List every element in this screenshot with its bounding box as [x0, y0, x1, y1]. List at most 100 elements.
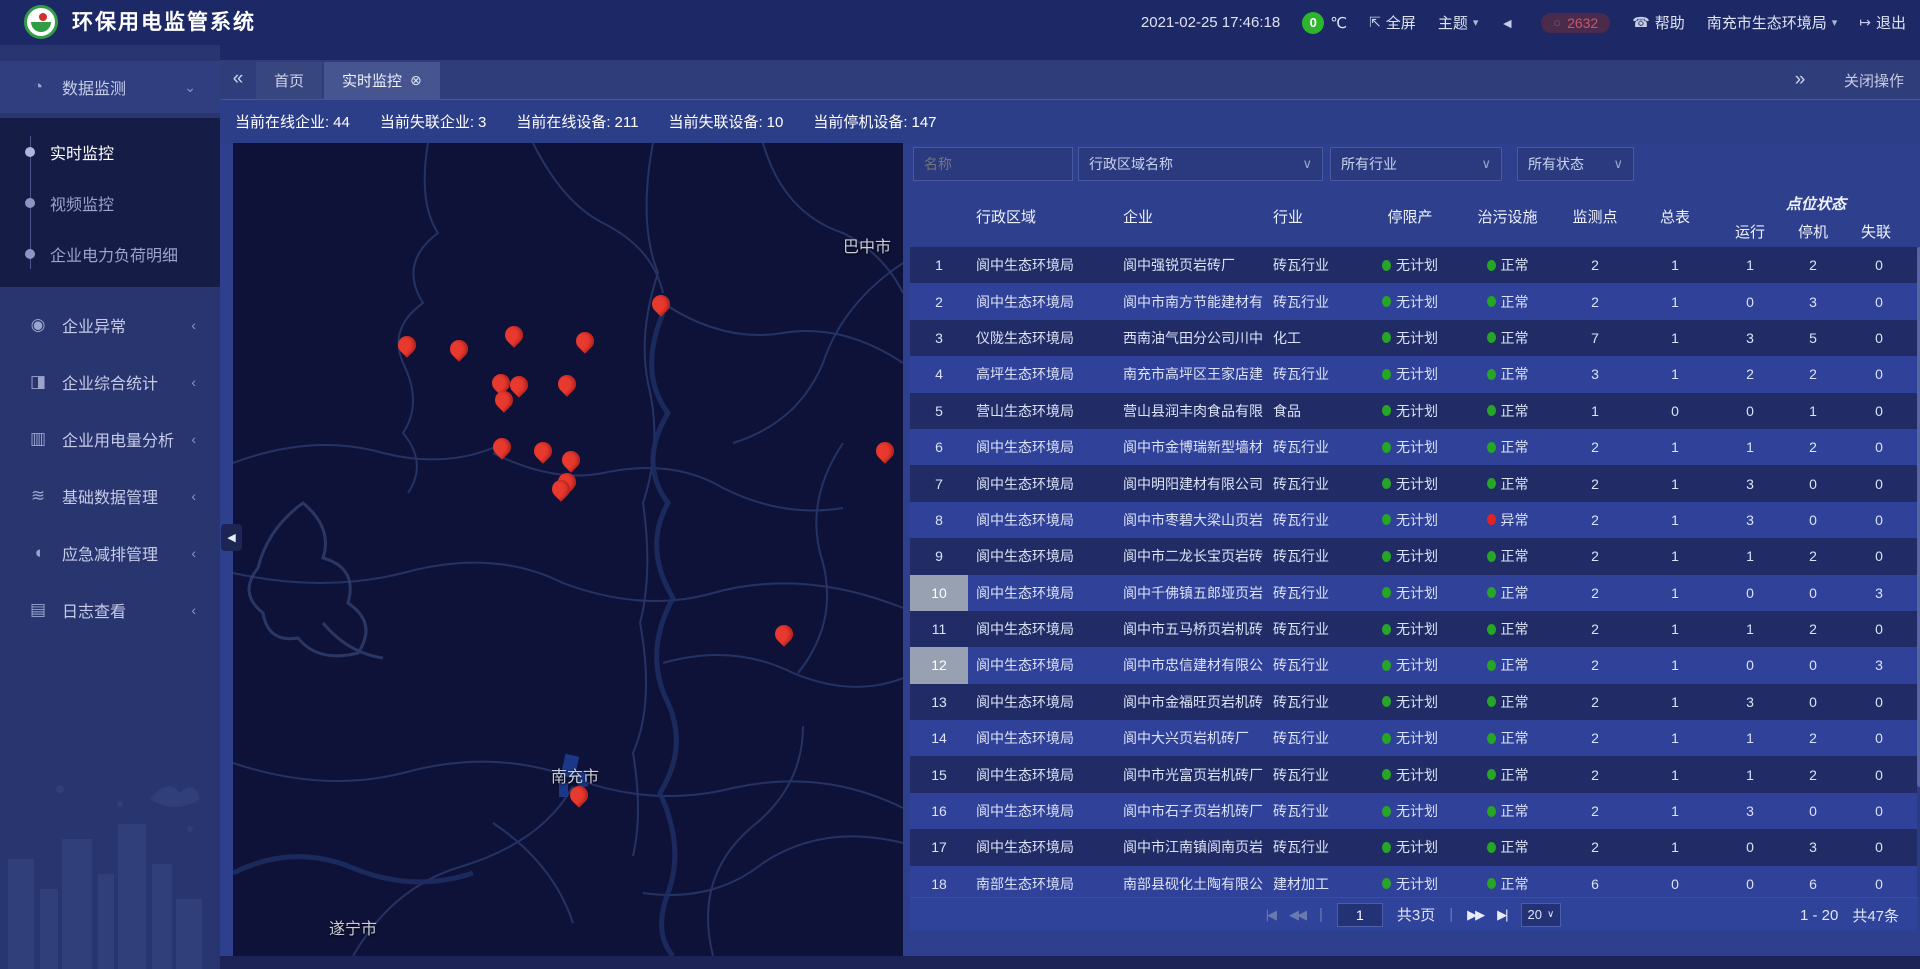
tab-list: 首页实时监控⊗ [256, 62, 442, 99]
stat-item: 当前在线企业:44 [235, 111, 350, 132]
facility-status-dot [1487, 369, 1496, 380]
facility-status-dot [1487, 660, 1496, 671]
stat-item: 当前失联企业:3 [380, 111, 487, 132]
first-page-icon[interactable]: |◀ [1266, 907, 1275, 923]
table-row[interactable]: 11阆中生态环境局阆中市五马桥页岩机砖砖瓦行业无计划正常21120 [910, 611, 1917, 647]
table-row[interactable]: 12阆中生态环境局阆中市忠信建材有限公砖瓦行业无计划正常21003 [910, 647, 1917, 683]
tab-gap [220, 45, 1920, 60]
facility-status-dot [1487, 260, 1496, 271]
sidebar-item-企业用电量分析[interactable]: ▥企业用电量分析‹ [0, 413, 220, 465]
table-row[interactable]: 1阆中生态环境局阆中强锐页岩砖厂砖瓦行业无计划正常21120 [910, 247, 1917, 283]
page-number-input[interactable] [1337, 903, 1383, 927]
production-status-dot [1382, 514, 1391, 525]
table-header: 行政区域 企业 行业 停限产 治污设施 监测点 总表 点位状态 运行 停机 失联 [910, 185, 1917, 247]
notification-badge[interactable]: ○2632 [1541, 13, 1610, 33]
total-pages-label: 共3页 [1397, 904, 1435, 925]
top-header: 环保用电监管系统 2021-02-25 17:46:18 0℃ ⇱全屏 主题▾ … [0, 0, 1920, 45]
chevron-down-icon: ∨ [1547, 909, 1554, 920]
table-row[interactable]: 2阆中生态环境局阆中市南方节能建材有砖瓦行业无计划正常21030 [910, 283, 1917, 319]
tabs-scroll-right-icon[interactable]: » [1782, 60, 1818, 100]
industry-filter-select[interactable]: 所有行业∨ [1330, 147, 1502, 181]
logout-button[interactable]: ↦退出 [1859, 12, 1906, 33]
tab-首页[interactable]: 首页 [256, 62, 322, 99]
facility-status-dot [1487, 478, 1496, 489]
production-status-dot [1382, 369, 1391, 380]
next-page-icon[interactable]: ▶▶ [1467, 907, 1483, 923]
production-status-dot [1382, 405, 1391, 416]
col-company: 企业 [1115, 185, 1265, 247]
page-size-select[interactable]: 20∨ [1521, 903, 1562, 927]
bar-chart-icon: ▥ [27, 429, 49, 449]
chevron-down-icon: ▾ [1473, 16, 1479, 29]
sidebar-subitem-企业电力负荷明细[interactable]: 企业电力负荷明细 [0, 228, 220, 279]
phone-icon: ☎ [1632, 14, 1649, 31]
bullet-dot-icon [25, 249, 35, 259]
table-row[interactable]: 7阆中生态环境局阆中明阳建材有限公司砖瓦行业无计划正常21300 [910, 465, 1917, 501]
stat-label: 当前在线企业: [235, 114, 329, 131]
facility-status-dot [1487, 842, 1496, 853]
last-page-icon[interactable]: ▶| [1497, 907, 1506, 923]
close-operations-button[interactable]: 关闭操作 [1844, 70, 1904, 91]
sidebar-collapse-button[interactable]: ◀ [221, 524, 242, 551]
sidebar: ◔数据监测⌄ 实时监控视频监控企业电力负荷明细 ◉企业异常‹◨企业综合统计‹▥企业用… [0, 45, 220, 969]
temperature-unit: ℃ [1330, 14, 1347, 32]
bullet-dot-icon [25, 147, 35, 157]
table-row[interactable]: 14阆中生态环境局阆中大兴页岩机砖厂砖瓦行业无计划正常21120 [910, 720, 1917, 756]
facility-status-dot [1487, 296, 1496, 307]
prev-page-icon[interactable]: ◀◀ [1289, 907, 1305, 923]
table-row[interactable]: 5营山生态环境局营山县润丰肉食品有限食品无计划正常10010 [910, 393, 1917, 429]
help-button[interactable]: ☎帮助 [1632, 12, 1684, 33]
sidebar-item-label: 基础数据管理 [62, 484, 191, 508]
stat-item: 当前在线设备:211 [516, 111, 638, 132]
production-status-dot [1382, 332, 1391, 343]
table-row[interactable]: 18南部生态环境局南部县砚化土陶有限公建材加工无计划正常60060 [910, 866, 1917, 897]
megaphone-icon: ◖ [27, 543, 49, 563]
sidebar-subitem-视频监控[interactable]: 视频监控 [0, 177, 220, 228]
chevron-left-icon: ‹ [191, 488, 196, 504]
col-running: 运行 [1715, 219, 1785, 243]
table-row[interactable]: 9阆中生态环境局阆中市二龙长宝页岩砖砖瓦行业无计划正常21120 [910, 538, 1917, 574]
alert-circle-icon: ◉ [27, 315, 49, 335]
sidebar-item-日志查看[interactable]: ▤日志查看‹ [0, 584, 220, 636]
table-row[interactable]: 16阆中生态环境局阆中市石子页岩机砖厂砖瓦行业无计划正常21300 [910, 793, 1917, 829]
tabs-scroll-left-icon[interactable]: « [220, 59, 256, 99]
sidebar-item-企业异常[interactable]: ◉企业异常‹ [0, 299, 220, 351]
facility-status-dot [1487, 405, 1496, 416]
table-row[interactable]: 13阆中生态环境局阆中市金福旺页岩机砖砖瓦行业无计划正常21300 [910, 684, 1917, 720]
sidebar-item-应急减排管理[interactable]: ◖应急减排管理‹ [0, 527, 220, 579]
sidebar-item-基础数据管理[interactable]: ≋基础数据管理‹ [0, 470, 220, 522]
name-filter-input[interactable] [913, 147, 1073, 181]
gauge-icon: ◔ [27, 77, 49, 97]
sidebar-item-label: 日志查看 [62, 598, 191, 622]
region-filter-select[interactable]: 行政区域名称∨ [1078, 147, 1323, 181]
sidebar-item-企业综合统计[interactable]: ◨企业综合统计‹ [0, 356, 220, 408]
sidebar-subitem-实时监控[interactable]: 实时监控 [0, 126, 220, 177]
table-row[interactable]: 10阆中生态环境局阆中千佛镇五郎垭页岩砖瓦行业无计划正常21003 [910, 575, 1917, 611]
map-panel[interactable]: 巴中市南充市遂宁市 [233, 143, 903, 956]
sidebar-item-数据监测[interactable]: ◔数据监测⌄ [0, 61, 220, 113]
theme-button[interactable]: 主题▾ [1438, 12, 1479, 33]
table-row[interactable]: 6阆中生态环境局阆中市金博瑞新型墙材砖瓦行业无计划正常21120 [910, 429, 1917, 465]
app-title: 环保用电监管系统 [72, 0, 256, 45]
fullscreen-button[interactable]: ⇱全屏 [1369, 12, 1416, 33]
col-production: 停限产 [1360, 185, 1460, 247]
tab-close-icon[interactable]: ⊗ [410, 72, 422, 89]
speaker-icon[interactable]: ◄ [1500, 15, 1514, 31]
stat-item: 当前停机设备:147 [813, 111, 936, 132]
table-row[interactable]: 8阆中生态环境局阆中市枣碧大梁山页岩砖瓦行业无计划异常21300 [910, 502, 1917, 538]
production-status-dot [1382, 624, 1391, 635]
table-row[interactable]: 17阆中生态环境局阆中市江南镇阆南页岩砖瓦行业无计划正常21030 [910, 829, 1917, 865]
col-facility: 治污设施 [1460, 185, 1555, 247]
stat-item: 当前失联设备:10 [668, 111, 783, 132]
table-row[interactable]: 15阆中生态环境局阆中市光富页岩机砖厂砖瓦行业无计划正常21120 [910, 756, 1917, 792]
facility-status-dot [1487, 733, 1496, 744]
chevron-down-icon: ∨ [1613, 156, 1623, 172]
table-row[interactable]: 4高坪生态环境局南充市高坪区王家店建砖瓦行业无计划正常31220 [910, 356, 1917, 392]
production-status-dot [1382, 442, 1391, 453]
col-offline: 失联 [1841, 219, 1911, 243]
tab-实时监控[interactable]: 实时监控⊗ [324, 62, 440, 99]
org-selector[interactable]: 南充市生态环境局▾ [1707, 12, 1838, 33]
status-filter-select[interactable]: 所有状态∨ [1517, 147, 1634, 181]
sidebar-subitem-label: 实时监控 [50, 140, 114, 164]
table-row[interactable]: 3仪陇生态环境局西南油气田分公司川中化工无计划正常71350 [910, 320, 1917, 356]
